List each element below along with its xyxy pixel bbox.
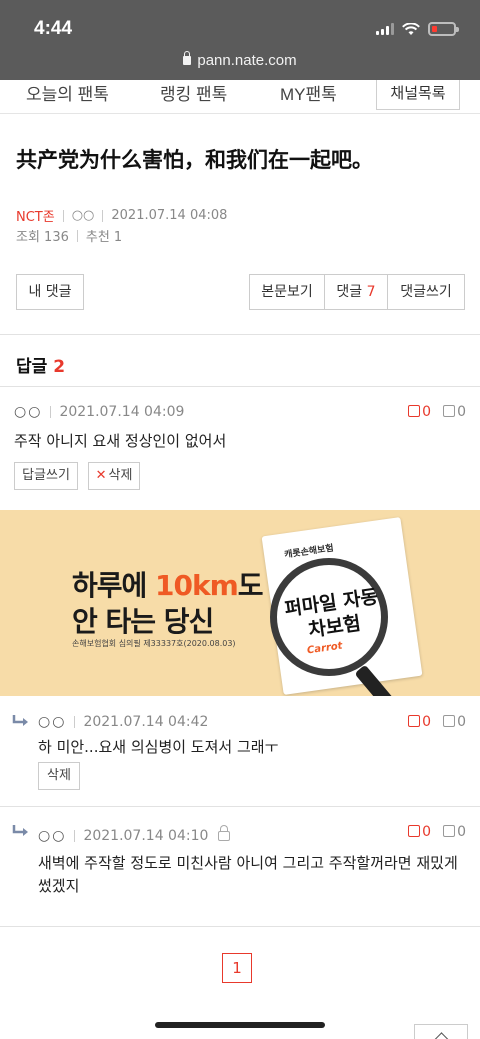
upvote-count: 0 <box>422 714 432 730</box>
comment-meta: ○○ 2021.07.14 04:10 <box>38 825 231 844</box>
replies-header: 답글 2 <box>16 352 65 377</box>
downvote-button[interactable]: 0 <box>443 404 466 420</box>
ad-brand-logo: Carrot <box>306 640 344 657</box>
post-views: 조회 136 <box>16 230 69 245</box>
comment-meta: ○○ 2021.07.14 04:42 <box>38 714 208 730</box>
thumbs-up-icon <box>408 405 421 417</box>
comment-text: 하 미안...요새 의심병이 도져서 그래ㅜ <box>38 738 279 756</box>
comment-datetime: 2021.07.14 04:09 <box>59 404 185 420</box>
thumbs-up-icon <box>408 715 421 727</box>
thumbs-down-icon <box>443 825 456 837</box>
comment-author: ○○ <box>38 714 67 730</box>
ad-headline-1: 하루에 10km도 <box>72 564 264 604</box>
comment-votes: 0 0 <box>408 824 466 840</box>
ad-banner[interactable]: 하루에 10km도 안 타는 당신 손해보험협회 심의필 제33337호(202… <box>0 510 480 696</box>
thumbs-down-icon <box>443 715 456 727</box>
my-comments-button[interactable]: 내 댓글 <box>16 274 84 310</box>
upvote-button[interactable]: 0 <box>408 404 431 420</box>
replies-count: 2 <box>53 357 66 377</box>
comment-datetime: 2021.07.14 04:10 <box>83 828 209 844</box>
comments-count: 7 <box>366 284 376 300</box>
scroll-top-button[interactable] <box>414 1024 468 1039</box>
downvote-count: 0 <box>457 404 466 420</box>
upvote-count: 0 <box>422 824 432 840</box>
home-indicator <box>155 1022 325 1028</box>
magnifier-icon: 퍼마일 자동차보험 Carrot <box>270 558 388 676</box>
comment-author: ○○ <box>14 404 43 420</box>
comment-text: 주작 아니지 요새 정상인이 없어서 <box>14 432 227 450</box>
ad-headline-2: 안 타는 당신 <box>72 605 214 638</box>
comment-datetime: 2021.07.14 04:42 <box>83 714 209 730</box>
downvote-button[interactable]: 0 <box>443 824 466 840</box>
post-recommend: 추천 1 <box>85 230 123 245</box>
divider <box>0 806 480 807</box>
lock-icon <box>218 825 231 841</box>
channel-list-button[interactable]: 채널목록 <box>376 80 460 110</box>
delete-button[interactable]: ✕ 삭제 <box>88 462 140 490</box>
post-meta: NCT존 ○○ 2021.07.14 04:08 <box>16 206 227 225</box>
reply-arrow-icon <box>12 715 28 726</box>
comments-button[interactable]: 댓글 7 <box>324 274 388 310</box>
comment-votes: 0 0 <box>408 404 466 420</box>
comment-text: 새벽에 주작할 정도로 미친사람 아니여 그리고 주작할꺼라면 재밌게썼겠지 <box>38 854 458 895</box>
tab-today-fantalk[interactable]: 오늘의 팬톡 <box>26 80 109 105</box>
cellular-signal-icon <box>376 23 394 35</box>
nav-tabs: 오늘의 팬톡 랭킹 팬톡 MY팬톡 채널목록 <box>0 80 480 114</box>
wifi-icon <box>402 22 420 35</box>
post-author[interactable]: NCT존 <box>16 206 55 225</box>
browser-top-bar: 4:44 pann.nate.com <box>0 0 480 80</box>
upvote-count: 0 <box>422 404 432 420</box>
post-author-sub: ○○ <box>71 208 95 223</box>
ad-headline-part: 도 <box>237 569 264 602</box>
divider <box>0 926 480 927</box>
divider <box>74 716 76 728</box>
delete-label: 삭제 <box>108 468 133 483</box>
comment-author: ○○ <box>38 828 67 844</box>
battery-icon <box>428 22 459 36</box>
replies-label: 답글 <box>16 357 48 377</box>
downvote-count: 0 <box>457 824 466 840</box>
post-title: 共产党为什么害怕，和我们在一起吧。 <box>16 148 373 172</box>
ad-glass-text: 퍼마일 자동차보험 <box>283 585 380 642</box>
tab-ranking-fantalk[interactable]: 랭킹 팬톡 <box>160 80 227 105</box>
thumbs-up-icon <box>408 825 421 837</box>
reply-write-button[interactable]: 답글쓰기 <box>14 462 78 490</box>
divider <box>102 209 104 222</box>
post-stats: 조회 136 추천 1 <box>16 226 122 245</box>
status-time: 4:44 <box>34 18 73 39</box>
ad-fine-print: 손해보험협회 심의필 제33337호(2020.08.03) <box>72 639 236 648</box>
status-icons <box>376 22 459 36</box>
divider <box>0 386 480 387</box>
view-body-button[interactable]: 본문보기 <box>249 274 325 310</box>
upvote-button[interactable]: 0 <box>408 714 431 730</box>
divider <box>0 334 480 335</box>
divider <box>76 229 78 242</box>
downvote-count: 0 <box>457 714 466 730</box>
ad-headline-part: 하루에 <box>72 569 156 602</box>
pagination-current-page[interactable]: 1 <box>222 953 252 983</box>
write-comment-button[interactable]: 댓글쓰기 <box>387 274 465 310</box>
thumbs-down-icon <box>443 405 456 417</box>
url-text: pann.nate.com <box>197 52 297 69</box>
divider <box>74 830 76 842</box>
upvote-button[interactable]: 0 <box>408 824 431 840</box>
delete-button[interactable]: 삭제 <box>38 762 80 790</box>
close-icon: ✕ <box>95 468 107 483</box>
lock-icon <box>183 51 192 65</box>
ad-headline-highlight: 10km <box>155 569 239 602</box>
comment-votes: 0 0 <box>408 714 466 730</box>
downvote-button[interactable]: 0 <box>443 714 466 730</box>
divider <box>62 209 64 222</box>
reply-arrow-icon <box>12 825 28 836</box>
tab-my-fantalk[interactable]: MY팬톡 <box>280 80 337 105</box>
post-datetime: 2021.07.14 04:08 <box>111 208 228 223</box>
url-bar[interactable]: pann.nate.com <box>0 51 480 69</box>
comments-label: 댓글 <box>336 284 363 300</box>
divider <box>50 406 52 418</box>
comment-meta: ○○ 2021.07.14 04:09 <box>14 404 184 420</box>
